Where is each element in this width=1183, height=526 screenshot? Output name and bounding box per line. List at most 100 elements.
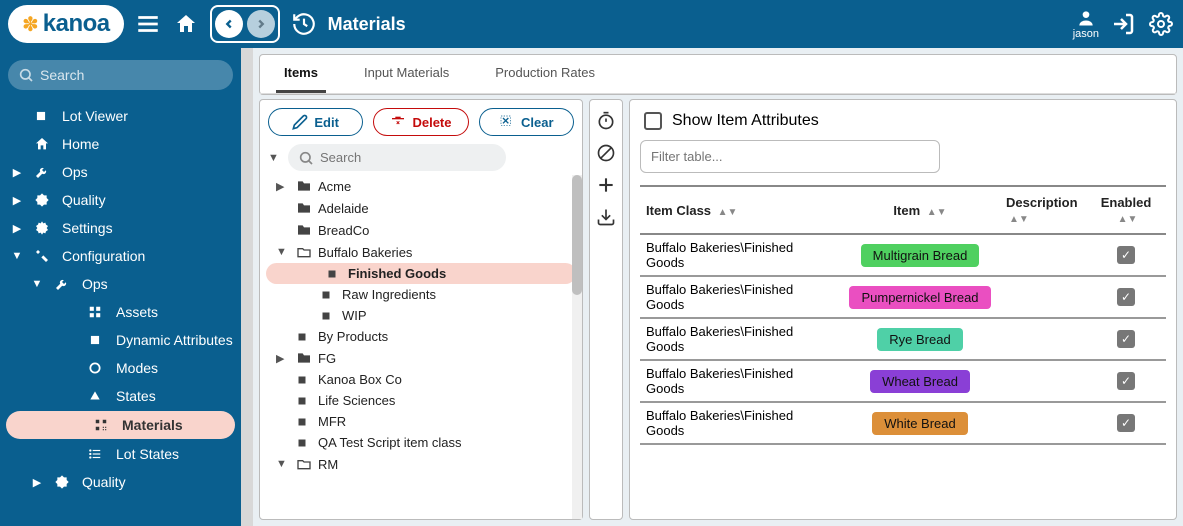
login-icon[interactable]: [1109, 10, 1137, 38]
column-item-class[interactable]: Item Class ▲▼: [640, 186, 840, 234]
tree-node-rm[interactable]: ▼RM: [260, 453, 582, 475]
column-item[interactable]: Item ▲▼: [840, 186, 1000, 234]
tree-search-input[interactable]: [288, 144, 506, 171]
sidebar-item-materials[interactable]: Materials: [6, 411, 235, 439]
edit-button[interactable]: Edit: [268, 108, 363, 136]
sidebar-scrollbar[interactable]: [241, 48, 253, 526]
download-icon[interactable]: [595, 206, 617, 228]
table-row[interactable]: Buffalo Bakeries\Finished GoodsPumpernic…: [640, 276, 1166, 318]
filter-table-input[interactable]: [640, 140, 940, 173]
tree-node-life-sciences[interactable]: Life Sciences: [260, 390, 582, 411]
cell-item: Pumpernickel Bread: [840, 276, 1000, 318]
enabled-checkbox[interactable]: ✓: [1117, 372, 1135, 390]
add-icon[interactable]: [595, 174, 617, 196]
sidebar-search-input[interactable]: [8, 60, 233, 90]
forward-button[interactable]: [247, 10, 275, 38]
cell-enabled: ✓: [1086, 276, 1166, 318]
tree-node-mfr[interactable]: MFR: [260, 411, 582, 432]
table-row[interactable]: Buffalo Bakeries\Finished GoodsMultigrai…: [640, 234, 1166, 276]
square-icon: [326, 268, 342, 280]
sidebar-item-label: Configuration: [62, 248, 145, 264]
enabled-checkbox[interactable]: ✓: [1117, 288, 1135, 306]
table-row[interactable]: Buffalo Bakeries\Finished GoodsRye Bread…: [640, 318, 1166, 360]
cell-item: Rye Bread: [840, 318, 1000, 360]
square-icon: [320, 289, 336, 301]
show-attributes-checkbox[interactable]: [644, 112, 662, 130]
square-icon: [296, 331, 312, 343]
tree-node-breadco[interactable]: BreadCo: [260, 219, 582, 241]
sidebar-item-states[interactable]: States: [0, 382, 241, 410]
logo[interactable]: ✽ kanoa: [8, 5, 124, 43]
caret-icon: ▼: [30, 278, 44, 290]
tab-production-rates[interactable]: Production Rates: [487, 55, 603, 93]
home-icon[interactable]: [172, 10, 200, 38]
tree-node-fg[interactable]: ▶FG: [260, 347, 582, 369]
tree-node-by-products[interactable]: By Products: [260, 326, 582, 347]
tree-node-raw-ingredients[interactable]: Raw Ingredients: [260, 284, 582, 305]
wrench-icon: [34, 164, 52, 180]
tabs: Items Input Materials Production Rates: [260, 55, 1176, 94]
tree-node-label: Raw Ingredients: [342, 287, 436, 302]
sidebar-item-assets[interactable]: Assets: [0, 298, 241, 326]
back-button[interactable]: [215, 10, 243, 38]
folder-icon: [296, 178, 312, 194]
user-block[interactable]: jason: [1073, 8, 1099, 40]
settings-icon[interactable]: [1147, 10, 1175, 38]
tree-node-kanoa-box-co[interactable]: Kanoa Box Co: [260, 369, 582, 390]
right-panel: Show Item Attributes Item Class ▲▼Item ▲…: [629, 99, 1177, 520]
disable-icon[interactable]: [595, 142, 617, 164]
timer-icon[interactable]: [595, 110, 617, 132]
cell-description: [1000, 402, 1086, 444]
tree-scrollbar[interactable]: [572, 175, 582, 519]
sidebar-item-ops[interactable]: ▶Ops: [0, 158, 241, 186]
table-row[interactable]: Buffalo Bakeries\Finished GoodsWhite Bre…: [640, 402, 1166, 444]
tree-node-label: Adelaide: [318, 201, 369, 216]
sidebar-item-settings[interactable]: ▶Settings: [0, 214, 241, 242]
tri-icon: [88, 389, 106, 403]
tree-collapse-toggle[interactable]: ▼: [268, 152, 282, 164]
tree-node-acme[interactable]: ▶Acme: [260, 175, 582, 197]
sidebar-item-label: Dynamic Attributes: [116, 332, 233, 348]
tab-input-materials[interactable]: Input Materials: [356, 55, 457, 93]
sidebar-item-modes[interactable]: Modes: [0, 354, 241, 382]
tree-node-wip[interactable]: WIP: [260, 305, 582, 326]
sidebar-item-label: Quality: [82, 474, 126, 490]
enabled-checkbox[interactable]: ✓: [1117, 414, 1135, 432]
left-panel: Edit Delete Clear ▼: [259, 99, 583, 520]
column-description[interactable]: Description ▲▼: [1000, 186, 1086, 234]
sidebar-item-dynamic-attributes[interactable]: Dynamic Attributes: [0, 326, 241, 354]
cell-itemclass: Buffalo Bakeries\Finished Goods: [640, 318, 840, 360]
tree-node-buffalo-bakeries[interactable]: ▼Buffalo Bakeries: [260, 241, 582, 263]
clear-button[interactable]: Clear: [479, 108, 574, 136]
menu-icon[interactable]: [134, 10, 162, 38]
sidebar-item-home[interactable]: Home: [0, 130, 241, 158]
tree-node-label: RM: [318, 457, 338, 472]
btn-label: Clear: [521, 115, 554, 130]
sidebar-item-configuration[interactable]: ▼Configuration: [0, 242, 241, 270]
tree-node-qa-test-script-item-class[interactable]: QA Test Script item class: [260, 432, 582, 453]
tree-node-finished-goods[interactable]: Finished Goods: [266, 263, 576, 284]
badge-icon: [34, 192, 52, 208]
item-tree: ▶Acme Adelaide BreadCo▼Buffalo BakeriesFin…: [260, 175, 582, 519]
enabled-checkbox[interactable]: ✓: [1117, 330, 1135, 348]
sidebar-item-ops[interactable]: ▼Ops: [0, 270, 241, 298]
sidebar-item-lot-viewer[interactable]: Lot Viewer: [0, 102, 241, 130]
tab-items[interactable]: Items: [276, 55, 326, 93]
square-icon: [320, 310, 336, 322]
sidebar-item-lot-states[interactable]: Lot States: [0, 440, 241, 468]
wrench-icon: [54, 276, 72, 292]
sidebar-item-quality[interactable]: ▶Quality: [0, 186, 241, 214]
history-icon[interactable]: [290, 10, 318, 38]
column-enabled[interactable]: Enabled ▲▼: [1086, 186, 1166, 234]
item-chip: Pumpernickel Bread: [849, 286, 990, 309]
cell-item: Multigrain Bread: [840, 234, 1000, 276]
search-icon: [298, 150, 314, 166]
sidebar-item-quality[interactable]: ▶Quality: [0, 468, 241, 496]
tree-node-adelaide[interactable]: Adelaide: [260, 197, 582, 219]
tool-icon: [34, 248, 52, 264]
sort-icon: ▲▼: [718, 207, 738, 218]
cell-enabled: ✓: [1086, 402, 1166, 444]
table-row[interactable]: Buffalo Bakeries\Finished GoodsWheat Bre…: [640, 360, 1166, 402]
delete-button[interactable]: Delete: [373, 108, 468, 136]
enabled-checkbox[interactable]: ✓: [1117, 246, 1135, 264]
